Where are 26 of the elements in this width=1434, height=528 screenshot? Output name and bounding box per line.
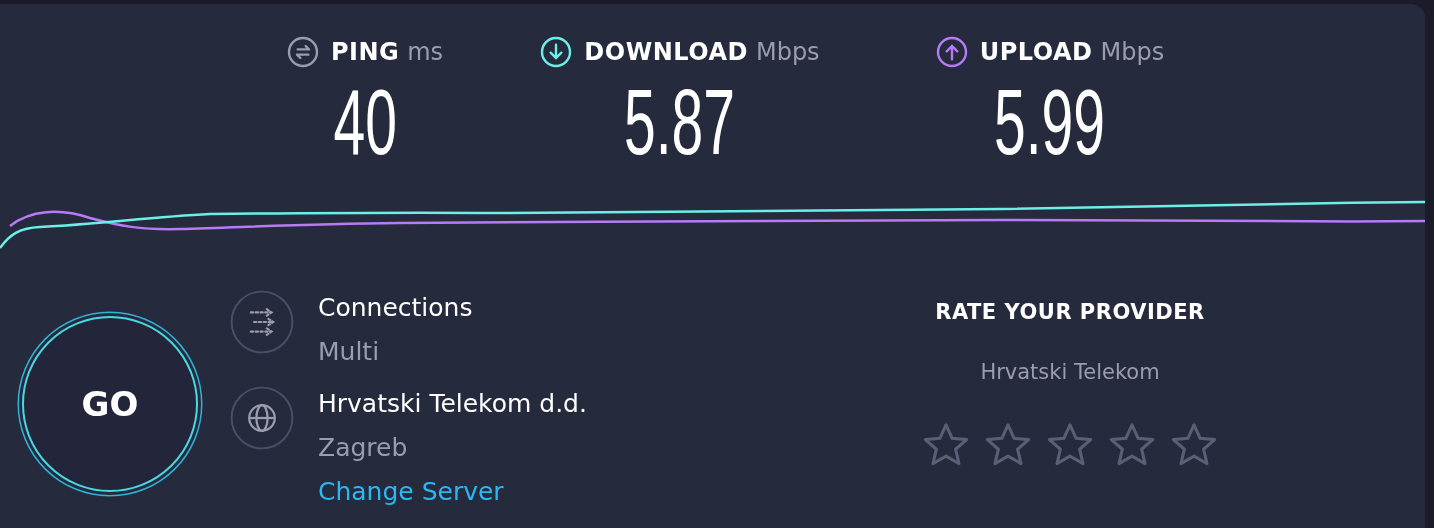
metric-label: DOWNLOAD [584, 38, 748, 66]
info-detail: Zagreb [318, 432, 409, 464]
empty-star-icon[interactable] [923, 422, 969, 468]
info-title: Hrvatski Telekom d.d. [318, 388, 587, 420]
metric-label: PING [330, 38, 400, 66]
rating-title: RATE YOUR PROVIDER [935, 300, 1205, 324]
info-detail: Multi [318, 336, 381, 368]
empty-star-icon[interactable] [985, 422, 1031, 468]
empty-star-icon[interactable] [1047, 422, 1093, 468]
metric-unit: Mbps [755, 38, 820, 66]
globe-icon [230, 386, 294, 450]
metric-value: 40 [333, 76, 397, 168]
change-server-link[interactable]: Change Server [318, 470, 587, 514]
dotted-arrows-icon [230, 290, 294, 354]
download-icon [540, 36, 573, 68]
exchange-arrows-icon [286, 36, 319, 68]
upload-icon [935, 36, 968, 68]
metric-value: 5.99 [994, 76, 1106, 168]
empty-star-icon[interactable] [1171, 422, 1217, 468]
metric-unit: ms [407, 38, 444, 66]
metric-unit: Mbps [1100, 38, 1165, 66]
metric-value: 5.87 [624, 76, 736, 168]
info-title: Connections [318, 292, 473, 324]
provider-name: Hrvatski Telekom [980, 360, 1160, 384]
empty-star-icon[interactable] [1109, 422, 1155, 468]
metric-label: UPLOAD [979, 38, 1093, 66]
